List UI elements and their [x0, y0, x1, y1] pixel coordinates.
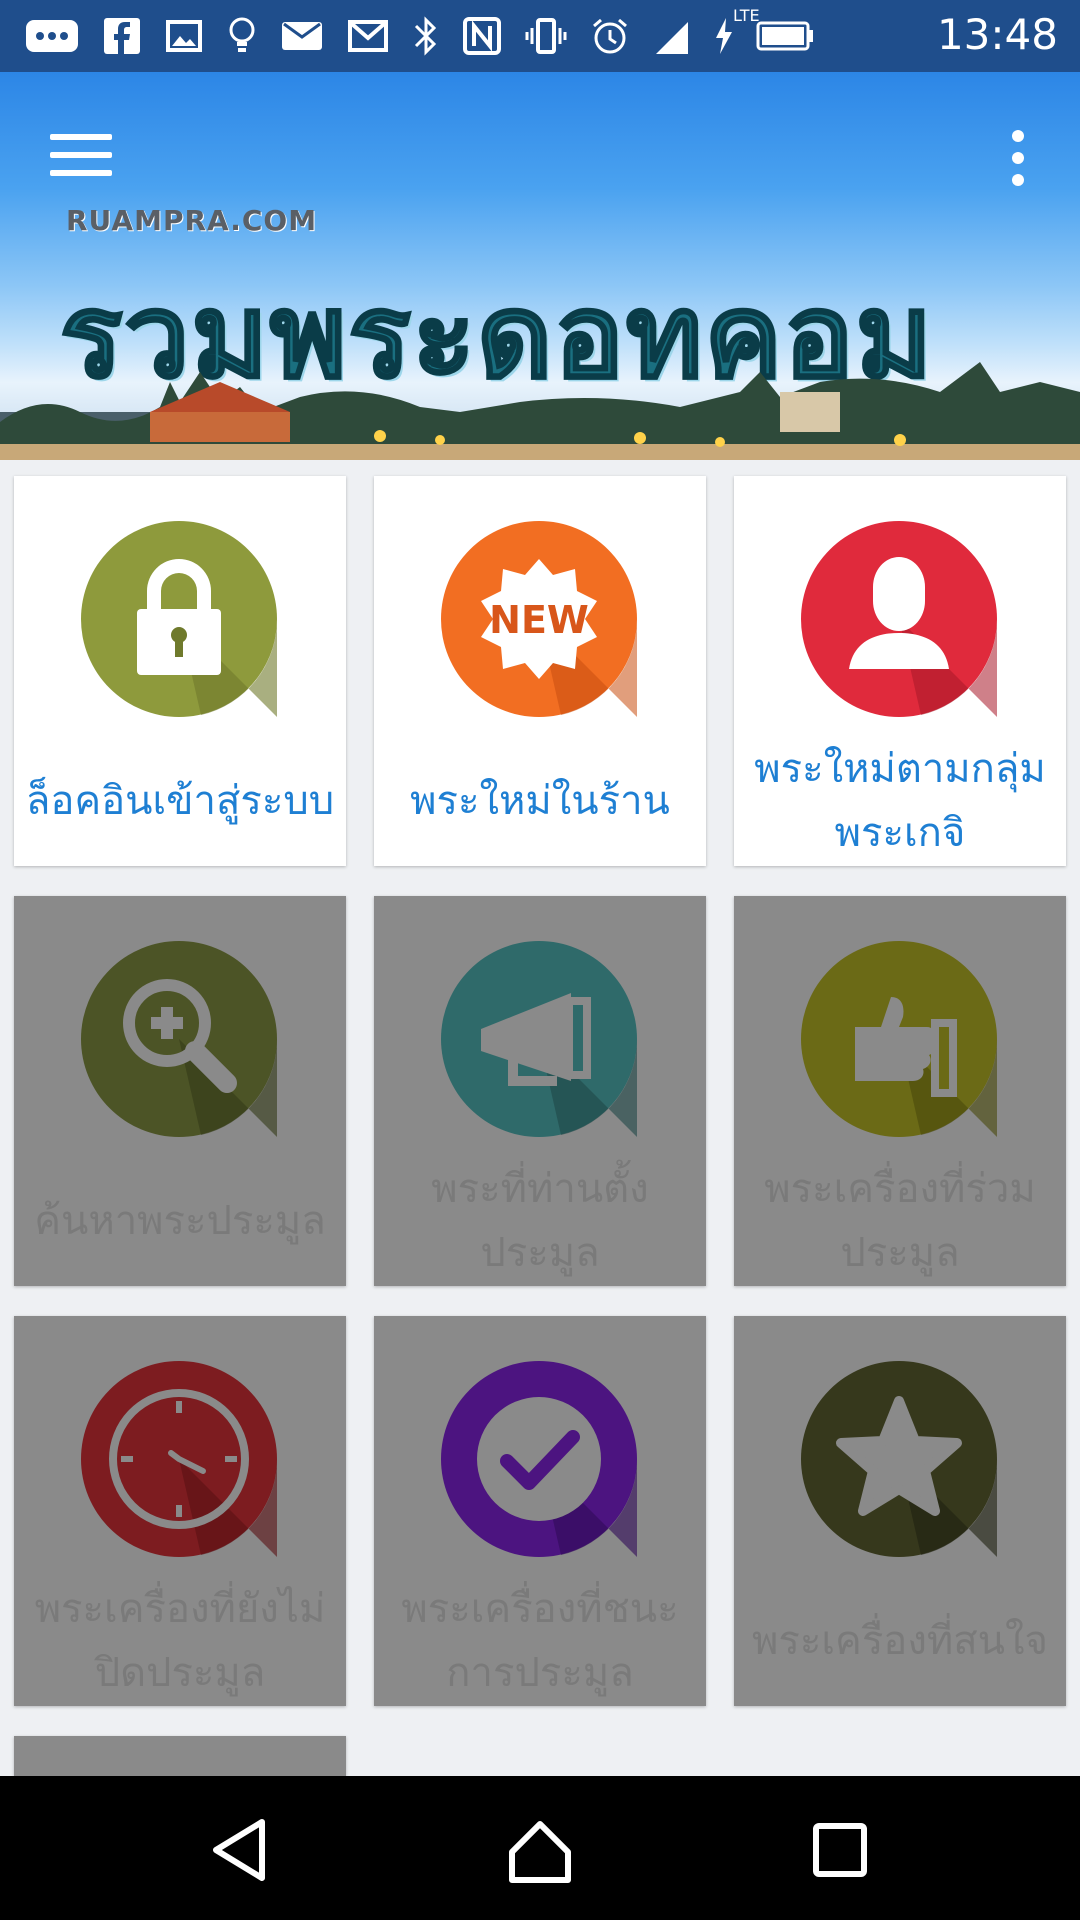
tile-label: พระเครื่องที่ร่วมประมูล	[764, 1166, 1036, 1276]
tile-label: พระเครื่องที่ยังไม่ปิดประมูล	[34, 1586, 326, 1696]
network-type: LTE	[733, 6, 760, 25]
menu-button[interactable]	[50, 134, 112, 184]
tile-open-auctions[interactable]: พระเครื่องที่ยังไม่ปิดประมูล	[14, 1316, 346, 1706]
tile-login[interactable]: ล็อคอินเข้าสู่ระบบ	[14, 476, 346, 866]
tile-label: พระที่ท่านตั้งประมูล	[431, 1166, 649, 1276]
clock-icon	[81, 1361, 277, 1557]
megaphone-icon	[441, 941, 637, 1137]
gmail-icon	[348, 20, 388, 52]
signal-icon	[656, 22, 688, 54]
tile-label: พระใหม่ตามกลุ่มพระเกจิ	[754, 746, 1046, 856]
nfc-icon	[463, 17, 501, 55]
lightbulb-icon	[229, 17, 255, 52]
navigation-bar	[0, 1776, 1080, 1920]
facebook-icon	[104, 18, 140, 54]
new-badge-icon: NEW	[441, 521, 637, 717]
new-badge-text: NEW	[489, 598, 589, 642]
alarm-icon	[593, 18, 627, 54]
tile-joined-auctions[interactable]: พระเครื่องที่ร่วมประมูล	[734, 896, 1066, 1286]
tile-label: ค้นหาพระประมูล	[34, 1198, 326, 1244]
overflow-menu-button[interactable]	[1006, 130, 1030, 190]
tile-label: พระเครื่องที่สนใจ	[752, 1618, 1048, 1664]
tile-won-auctions[interactable]: พระเครื่องที่ชนะการประมูล	[374, 1316, 706, 1706]
site-domain: RUAMPRA.COM	[66, 204, 318, 237]
tile-partial[interactable]	[14, 1736, 346, 1776]
star-icon	[801, 1361, 997, 1557]
header-banner: RUAMPRA.COM รวมพระดอทคอม	[0, 72, 1080, 460]
image-icon	[166, 20, 202, 52]
mail-icon	[282, 22, 322, 50]
tile-label: ล็อคอินเข้าสู่ระบบ	[25, 778, 335, 824]
user-icon	[801, 521, 997, 717]
more-vert-icon	[1012, 130, 1024, 142]
tile-label: พระเครื่องที่ชนะการประมูล	[401, 1586, 679, 1696]
more-icon	[26, 20, 78, 52]
clock: 13:48	[936, 10, 1058, 59]
home-icon[interactable]	[500, 1810, 580, 1890]
zoom-in-icon	[81, 941, 277, 1137]
lock-icon	[81, 521, 277, 717]
check-icon	[441, 1361, 637, 1557]
thumbs-up-icon	[801, 941, 997, 1137]
back-icon[interactable]	[200, 1810, 280, 1890]
status-bar: LTE 13:48	[0, 0, 1080, 72]
recents-icon[interactable]	[800, 1810, 880, 1890]
tile-new-items[interactable]: NEW พระใหม่ในร้าน	[374, 476, 706, 866]
charging-icon	[716, 18, 732, 54]
vibrate-icon	[525, 18, 567, 54]
temple-scenery-image	[0, 362, 1080, 460]
tile-label: พระใหม่ในร้าน	[410, 778, 670, 824]
tile-my-auctions[interactable]: พระที่ท่านตั้งประมูล	[374, 896, 706, 1286]
tile-new-by-group[interactable]: พระใหม่ตามกลุ่มพระเกจิ	[734, 476, 1066, 866]
battery-icon	[756, 21, 813, 51]
hamburger-icon	[50, 134, 112, 140]
tile-favorites[interactable]: พระเครื่องที่สนใจ	[734, 1316, 1066, 1706]
bluetooth-icon	[414, 16, 437, 56]
tile-search-auction[interactable]: ค้นหาพระประมูล	[14, 896, 346, 1286]
